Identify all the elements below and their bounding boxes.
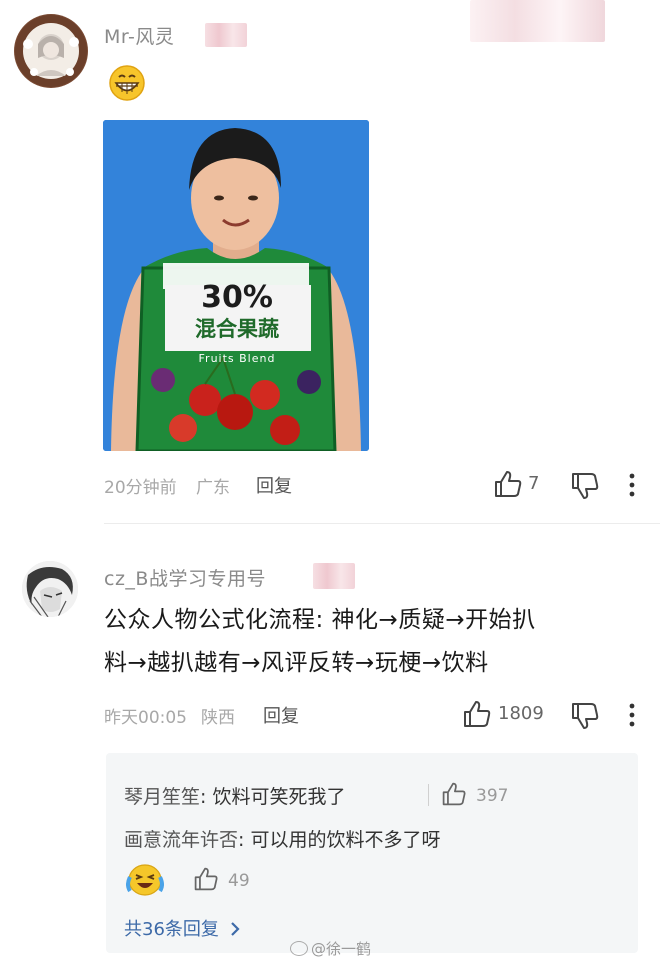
comment-text-line-1: 公众人物公式化流程: 神化→质疑→开始扒 <box>104 607 536 633</box>
reply-item[interactable]: 琴月笙笙: 饮料可笑死我了 <box>124 782 345 809</box>
more-options-icon[interactable] <box>627 472 637 502</box>
comment-location: 广东 <box>196 478 230 498</box>
avatar-image <box>22 561 78 617</box>
thumbs-down-icon[interactable] <box>570 471 600 505</box>
watermark: @徐一鹤 <box>290 938 371 959</box>
comment-location: 陕西 <box>201 708 235 728</box>
chevron-right-icon <box>229 919 241 940</box>
reply-author[interactable]: 琴月笙笙 <box>124 786 200 808</box>
comment-time: 昨天00:05 <box>104 708 187 728</box>
reply-text: 饮料可笑死我了 <box>212 786 346 808</box>
avatar[interactable] <box>22 561 78 617</box>
thumbs-up-icon[interactable] <box>441 781 467 811</box>
reply-like-count: 49 <box>228 871 250 891</box>
blurred-badge <box>313 563 355 589</box>
thumbs-down-icon[interactable] <box>570 701 600 735</box>
reply-button[interactable]: 回复 <box>263 702 299 728</box>
shirt-percent-text: 30% <box>201 280 273 315</box>
more-options-icon[interactable] <box>627 702 637 732</box>
reply-button[interactable]: 回复 <box>256 472 292 498</box>
like-count: 7 <box>528 473 540 494</box>
reply-item[interactable]: 画意流年许否: 可以用的饮料不多了呀 <box>124 825 440 852</box>
username[interactable]: Mr-风灵 <box>104 22 174 49</box>
thumbs-up-icon[interactable] <box>462 699 492 733</box>
comment-photo[interactable]: 30% 混合果蔬 Fruits Blend <box>103 120 369 451</box>
weibo-logo-icon <box>290 941 308 956</box>
shirt-english-text: Fruits Blend <box>198 352 276 365</box>
comment-text-line-2: 料→越扒越有→风评反转→玩梗→饮料 <box>104 650 489 676</box>
comment-divider <box>104 523 660 524</box>
view-more-replies[interactable]: 共36条回复 <box>124 915 241 941</box>
username[interactable]: cz_B战学习专用号 <box>104 564 266 591</box>
thumbs-up-icon[interactable] <box>493 469 523 503</box>
reply-text: 可以用的饮料不多了呀 <box>250 829 441 851</box>
reply-author[interactable]: 画意流年许否 <box>124 829 238 851</box>
comment-time: 20分钟前 <box>104 478 177 498</box>
crying-laughing-emoji <box>126 863 164 901</box>
reply-separator <box>428 784 429 806</box>
avatar-image <box>15 15 87 87</box>
grinning-face-emoji <box>108 64 146 106</box>
blurred-badge <box>205 23 247 47</box>
thumbs-up-icon[interactable] <box>193 866 219 896</box>
reply-like-count: 397 <box>476 786 509 806</box>
avatar[interactable] <box>14 14 88 88</box>
like-count: 1809 <box>498 703 544 724</box>
shirt-product-text: 混合果蔬 <box>195 317 279 341</box>
top-blur-patch <box>470 0 605 42</box>
